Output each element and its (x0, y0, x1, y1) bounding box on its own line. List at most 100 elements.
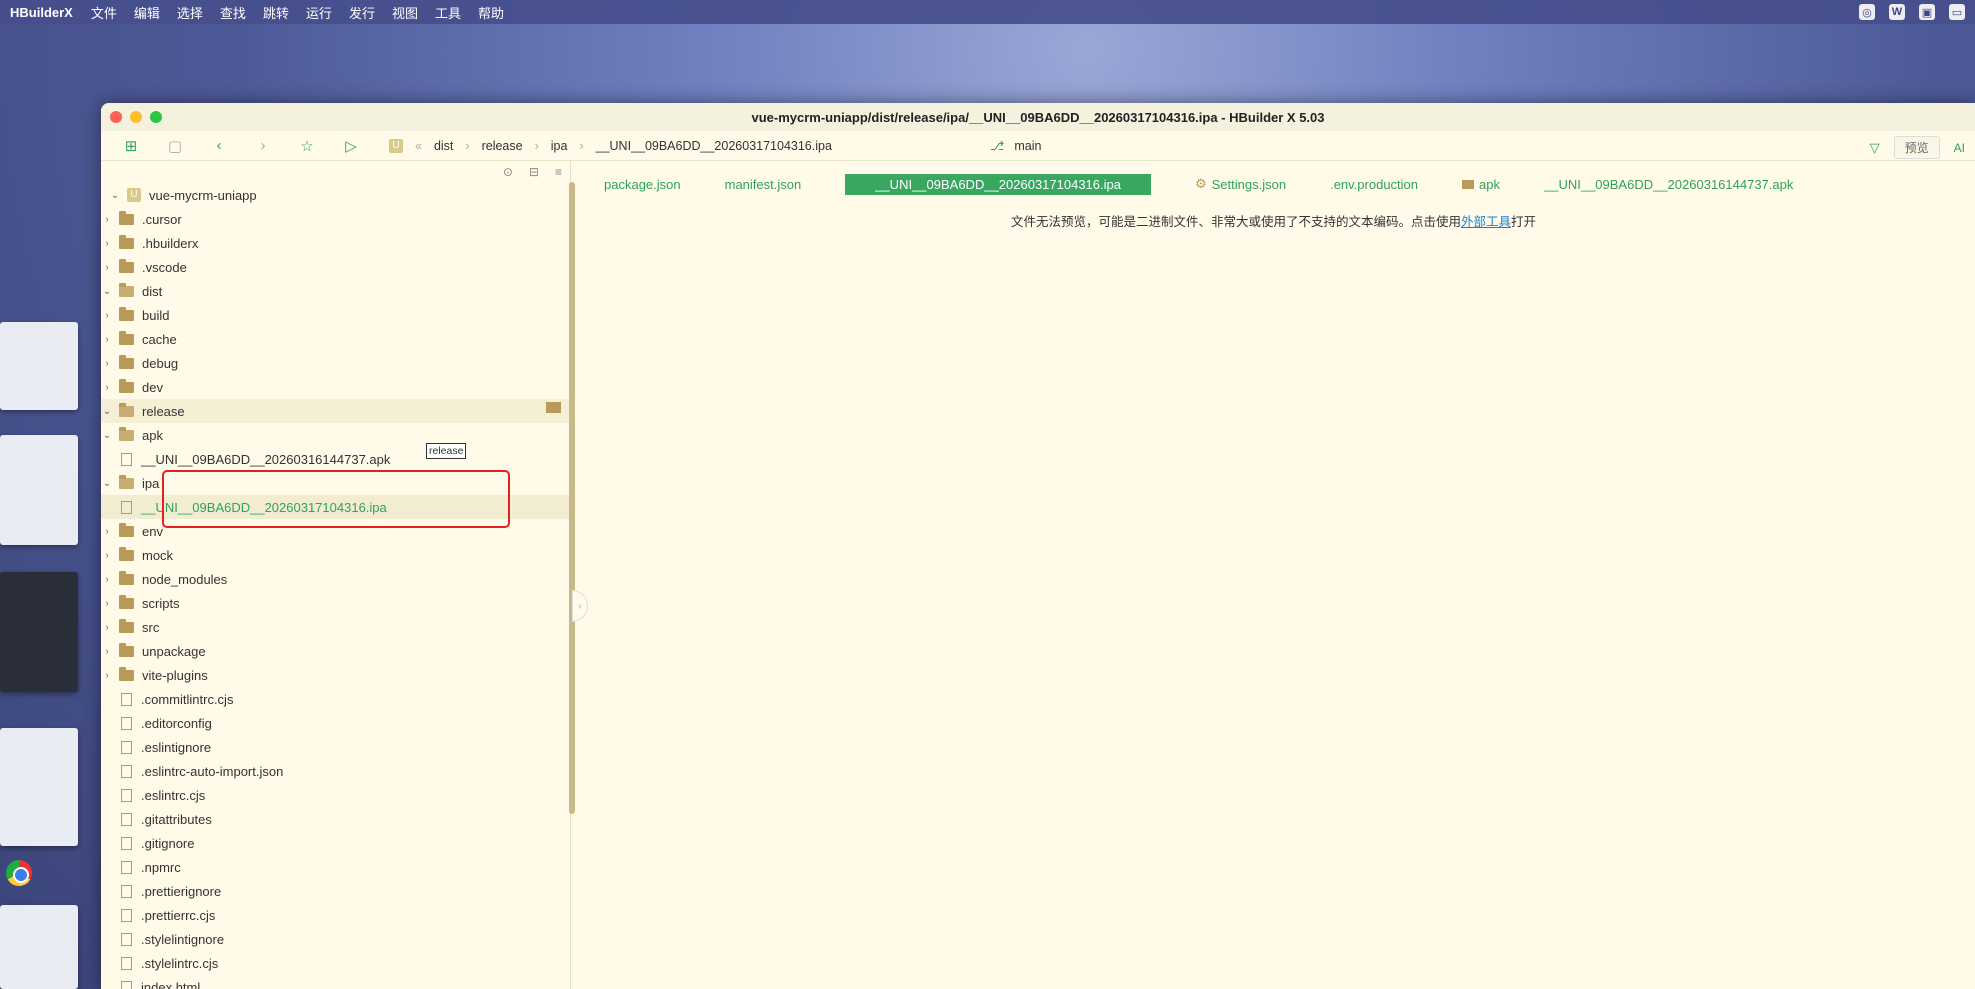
desktop-window-thumbnail[interactable] (0, 905, 78, 989)
chevron-right-icon[interactable]: › (101, 358, 113, 369)
menu-file[interactable]: 文件 (91, 3, 117, 22)
tray-app-icon[interactable]: ◎ (1859, 4, 1875, 20)
chevron-right-icon[interactable]: › (101, 550, 113, 561)
chevron-right-icon[interactable]: › (101, 670, 113, 681)
tree-folder-item[interactable]: › node_modules (101, 567, 570, 591)
menu-run[interactable]: 运行 (306, 3, 332, 22)
save-icon[interactable]: ▢ (153, 137, 197, 155)
chevron-right-icon[interactable]: › (101, 598, 113, 609)
tree-folder-item[interactable]: › mock (101, 543, 570, 567)
tree-file-item[interactable]: .eslintignore (101, 735, 570, 759)
menu-goto[interactable]: 跳转 (263, 3, 289, 22)
tree-folder-item[interactable]: ⌄ dist (101, 279, 570, 303)
breadcrumb-item[interactable]: ipa (551, 139, 568, 153)
tree-file-item[interactable]: __UNI__09BA6DD__20260316144737.apk (101, 447, 570, 471)
tree-file-item[interactable]: .eslintrc-auto-import.json (101, 759, 570, 783)
chevron-down-icon[interactable]: ⌄ (101, 478, 113, 489)
tree-file-item[interactable]: .stylelintrc.cjs (101, 951, 570, 975)
chevron-right-icon[interactable]: › (101, 334, 113, 345)
desktop-window-thumbnail[interactable] (0, 322, 78, 410)
close-window-button[interactable] (110, 111, 122, 123)
tree-folder-item[interactable]: › scripts (101, 591, 570, 615)
tree-folder-item[interactable]: › vite-plugins (101, 663, 570, 687)
tree-file-item[interactable]: .prettierignore (101, 879, 570, 903)
tree-folder-item[interactable]: › src (101, 615, 570, 639)
breadcrumb-item[interactable]: release (482, 139, 523, 153)
tray-monitor-icon[interactable]: ▭ (1949, 4, 1965, 20)
editor-tab[interactable]: ⚙ Settings.json (1195, 176, 1286, 192)
star-icon[interactable]: ☆ (285, 137, 329, 155)
tree-folder-item[interactable]: › unpackage (101, 639, 570, 663)
chrome-dock-icon[interactable] (6, 860, 32, 886)
tree-folder-item[interactable]: › cache (101, 327, 570, 351)
editor-tab[interactable]: __UNI__09BA6DD__20260316144737.apk (1544, 177, 1793, 192)
collapse-all-icon[interactable]: ⊟ (529, 165, 539, 179)
tree-file-item[interactable]: .gitattributes (101, 807, 570, 831)
menu-icon[interactable]: ≡ (555, 165, 562, 179)
chevron-down-icon[interactable]: ⌄ (101, 286, 113, 297)
editor-tab[interactable]: package.json (604, 177, 681, 192)
sidebar-scrollbar[interactable] (569, 182, 575, 814)
tree-file-item[interactable]: index.html (101, 975, 570, 989)
tree-file-item[interactable]: .editorconfig (101, 711, 570, 735)
tree-folder-item[interactable]: › build (101, 303, 570, 327)
git-branch[interactable]: ⎇ main (990, 138, 1042, 154)
chevron-right-icon[interactable]: › (101, 574, 113, 585)
menu-tools[interactable]: 工具 (435, 3, 461, 22)
editor-tab[interactable]: apk (1462, 177, 1500, 192)
tree-folder-item[interactable]: ⌄ apk (101, 423, 570, 447)
tree-folder-item[interactable]: › .cursor (101, 207, 570, 231)
chevron-right-icon[interactable]: › (101, 214, 113, 225)
menu-edit[interactable]: 编辑 (134, 3, 160, 22)
menu-publish[interactable]: 发行 (349, 3, 375, 22)
tree-file-item[interactable]: .commitlintrc.cjs (101, 687, 570, 711)
chevron-right-icon[interactable]: › (101, 382, 113, 393)
editor-tab[interactable]: manifest.json (725, 177, 802, 192)
tree-folder-item[interactable]: ⌄ release (101, 399, 570, 423)
tree-file-item[interactable]: .npmrc (101, 855, 570, 879)
chevron-right-icon[interactable]: › (101, 262, 113, 273)
menu-find[interactable]: 查找 (220, 3, 246, 22)
locate-icon[interactable]: ⊙ (503, 165, 513, 179)
new-file-icon[interactable]: ⊞ (109, 137, 153, 155)
open-folder-icon[interactable] (546, 402, 561, 413)
chevron-right-icon[interactable]: › (101, 622, 113, 633)
external-tool-link[interactable]: 外部工具 (1461, 215, 1511, 229)
app-menu[interactable]: HBuilderX (10, 5, 73, 20)
back-icon[interactable]: ‹ (197, 137, 241, 154)
ai-button[interactable]: AI (1954, 141, 1965, 155)
tree-file-item[interactable]: .gitignore (101, 831, 570, 855)
chevron-down-icon[interactable]: ⌄ (101, 430, 113, 441)
menu-help[interactable]: 帮助 (478, 3, 504, 22)
tree-folder-item[interactable]: › dev (101, 375, 570, 399)
tree-file-item[interactable]: .prettierrc.cjs (101, 903, 570, 927)
editor-tab[interactable]: __UNI__09BA6DD__20260317104316.ipa (845, 173, 1151, 195)
minimize-window-button[interactable] (130, 111, 142, 123)
tree-file-item[interactable]: .stylelintignore (101, 927, 570, 951)
chevron-right-icon[interactable]: › (101, 238, 113, 249)
zoom-window-button[interactable] (150, 111, 162, 123)
menu-select[interactable]: 选择 (177, 3, 203, 22)
tree-file-item[interactable]: .eslintrc.cjs (101, 783, 570, 807)
filter-icon[interactable]: ▽ (1870, 140, 1880, 156)
desktop-window-thumbnail[interactable] (0, 728, 78, 846)
tray-bag-icon[interactable]: ▣ (1919, 4, 1935, 20)
breadcrumb-item[interactable]: dist (434, 139, 453, 153)
chevron-right-icon[interactable]: › (101, 526, 113, 537)
chevron-down-icon[interactable]: ⌄ (101, 406, 113, 417)
desktop-window-thumbnail[interactable] (0, 435, 78, 545)
tree-folder-item[interactable]: › .hbuilderx (101, 231, 570, 255)
forward-icon[interactable]: › (241, 137, 285, 154)
menu-view[interactable]: 视图 (392, 3, 418, 22)
tree-folder-item[interactable]: › .vscode (101, 255, 570, 279)
desktop-window-thumbnail[interactable] (0, 572, 78, 692)
tree-folder-item[interactable]: › debug (101, 351, 570, 375)
chevron-down-icon[interactable]: ⌄ (109, 190, 121, 201)
editor-tab[interactable]: .env.production (1330, 177, 1418, 192)
breadcrumb-item[interactable]: __UNI__09BA6DD__20260317104316.ipa (596, 139, 832, 153)
chevron-right-icon[interactable]: › (101, 310, 113, 321)
run-icon[interactable]: ▷ (329, 137, 373, 155)
chevron-right-icon[interactable]: › (101, 646, 113, 657)
tree-root[interactable]: ⌄ U vue-mycrm-uniapp (101, 183, 570, 207)
preview-button[interactable]: 预览 (1893, 136, 1940, 159)
